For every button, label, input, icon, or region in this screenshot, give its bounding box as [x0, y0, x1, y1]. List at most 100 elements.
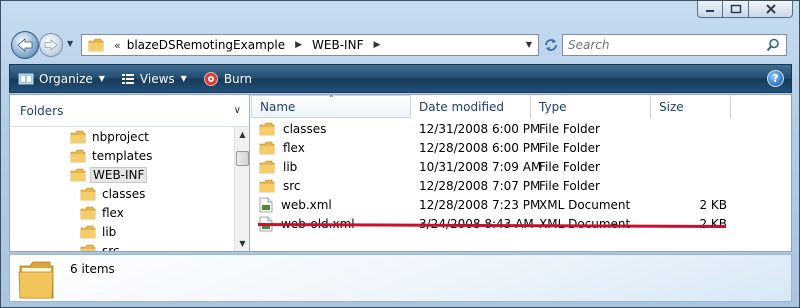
folder-tree: nbproject templates WEB-INF classes flex lib s…	[10, 127, 235, 251]
tree-item-lib[interactable]: lib	[10, 222, 235, 241]
folder-icon	[70, 130, 86, 143]
folder-icon	[259, 160, 275, 173]
forward-button[interactable]	[39, 33, 63, 57]
breadcrumb-chevron-icon[interactable]: ▶	[373, 40, 380, 50]
forward-arrow-icon	[44, 39, 58, 51]
file-row[interactable]: src 12/28/2008 7:07 PM File Folder	[251, 176, 791, 195]
tree-item-nbproject[interactable]: nbproject	[10, 127, 235, 146]
help-button[interactable]: ?	[767, 70, 784, 87]
maximize-button[interactable]	[723, 1, 749, 18]
size-cell	[659, 119, 727, 138]
content-area: Folders ∨ nbproject templates WEB-INF class…	[9, 94, 792, 252]
breadcrumb-overflow[interactable]: «	[114, 39, 121, 52]
scrollbar-thumb[interactable]	[236, 151, 249, 166]
sort-ascending-icon: ⌃	[328, 94, 335, 103]
address-dropdown-icon[interactable]: ▼	[526, 40, 532, 49]
type-cell: File Folder	[539, 121, 600, 136]
help-icon: ?	[772, 72, 779, 85]
views-dropdown-icon: ▼	[180, 74, 187, 83]
close-button[interactable]	[749, 1, 793, 18]
column-header-type-label: Type	[539, 99, 567, 114]
folder-icon	[70, 168, 86, 181]
file-name: src	[283, 178, 301, 193]
folder-icon	[80, 187, 96, 200]
file-row[interactable]: lib 10/31/2008 7:09 AM File Folder	[251, 157, 791, 176]
type-cell: XML Document	[539, 197, 631, 212]
command-toolbar: Organize ▼ Views ▼ Burn ?	[9, 64, 792, 93]
back-button[interactable]	[11, 31, 39, 59]
folder-icon	[70, 149, 86, 162]
type-cell: File Folder	[539, 140, 600, 155]
search-icon[interactable]	[766, 38, 780, 52]
size-cell	[659, 176, 727, 195]
burn-label: Burn	[223, 71, 252, 86]
organize-icon	[18, 73, 34, 84]
column-header-name[interactable]: Name ⌃	[251, 94, 411, 118]
folders-header-label: Folders	[20, 103, 64, 118]
file-name-cell[interactable]: web.xml	[259, 195, 332, 214]
scroll-up-icon[interactable]: ▲	[235, 127, 249, 142]
column-header-size[interactable]: Size	[651, 95, 731, 118]
date-modified-cell: 12/28/2008 7:23 PM	[419, 197, 541, 212]
folder-icon	[259, 179, 275, 192]
navigation-pane-scrollbar[interactable]: ▲ ▼	[234, 127, 249, 251]
views-icon	[121, 73, 134, 84]
tree-item-classes[interactable]: classes	[10, 184, 235, 203]
tree-item-label: src	[102, 243, 120, 252]
burn-button[interactable]: Burn	[195, 65, 260, 92]
folders-header[interactable]: Folders ∨	[10, 95, 249, 127]
column-header-type[interactable]: Type	[531, 95, 651, 118]
scroll-down-icon[interactable]: ▼	[235, 236, 249, 251]
date-modified-cell: 12/28/2008 7:07 PM	[419, 178, 541, 193]
folder-icon	[80, 206, 96, 219]
address-bar[interactable]: « blazeDSRemotingExample ▶ WEB-INF ▶ ▼	[81, 34, 539, 56]
folder-icon	[80, 225, 96, 238]
file-name-cell[interactable]: lib	[259, 157, 297, 176]
xml-file-icon	[259, 197, 273, 212]
file-name: web.xml	[281, 197, 332, 212]
item-count: 6 items	[70, 262, 115, 276]
tree-item-templates[interactable]: templates	[10, 146, 235, 165]
organize-label: Organize	[39, 71, 93, 86]
search-input[interactable]	[563, 38, 763, 52]
folder-icon	[80, 244, 96, 251]
maximize-icon	[730, 4, 741, 14]
tree-item-label: templates	[92, 148, 153, 163]
size-cell: 2 KB	[699, 216, 727, 231]
file-name-cell[interactable]: src	[259, 176, 301, 195]
file-row[interactable]: classes 12/31/2008 6:00 PM File Folder	[251, 119, 791, 138]
column-header-date-label: Date modified	[419, 99, 505, 114]
minimize-button[interactable]	[697, 1, 723, 18]
column-header-size-label: Size	[659, 99, 684, 114]
collapse-chevron-icon[interactable]: ∨	[234, 105, 241, 116]
breadcrumb-blazedsremotingexample[interactable]: blazeDSRemotingExample	[127, 38, 285, 52]
date-modified-cell: 10/31/2008 7:09 AM	[419, 159, 542, 174]
file-name-cell[interactable]: classes	[259, 119, 326, 138]
file-rows: classes 12/31/2008 6:00 PM File Folder flex…	[251, 119, 791, 233]
folder-icon	[259, 141, 275, 154]
date-modified-cell: 12/31/2008 6:00 PM	[419, 121, 541, 136]
tree-item-label: flex	[102, 205, 124, 220]
recent-pages-dropdown[interactable]: ▼	[67, 39, 73, 48]
tree-item-web-inf[interactable]: WEB-INF	[10, 165, 235, 184]
minimize-icon	[706, 10, 714, 12]
tree-item-flex[interactable]: flex	[10, 203, 235, 222]
organize-button[interactable]: Organize ▼	[10, 65, 113, 92]
size-cell: 2 KB	[699, 197, 727, 212]
file-row[interactable]: web.xml 12/28/2008 7:23 PM XML Document 2 K…	[251, 195, 791, 214]
file-row[interactable]: flex 12/28/2008 6:00 PM File Folder	[251, 138, 791, 157]
breadcrumb-web-inf[interactable]: WEB-INF	[312, 38, 363, 52]
breadcrumb-chevron-icon[interactable]: ▶	[295, 40, 302, 50]
size-cell	[659, 157, 727, 176]
refresh-button[interactable]	[542, 34, 560, 56]
tree-item-src[interactable]: src	[10, 241, 235, 251]
tree-item-label: WEB-INF	[90, 166, 148, 183]
navigation-bar: ▼ « blazeDSRemotingExample ▶ WEB-INF ▶ ▼	[9, 29, 793, 61]
type-cell: File Folder	[539, 159, 600, 174]
search-box[interactable]	[562, 34, 787, 56]
views-button[interactable]: Views ▼	[113, 65, 195, 92]
file-name-cell[interactable]: flex	[259, 138, 305, 157]
navigation-pane: Folders ∨ nbproject templates WEB-INF class…	[10, 95, 250, 251]
column-header-date-modified[interactable]: Date modified	[411, 95, 531, 118]
large-folder-icon	[18, 261, 54, 299]
